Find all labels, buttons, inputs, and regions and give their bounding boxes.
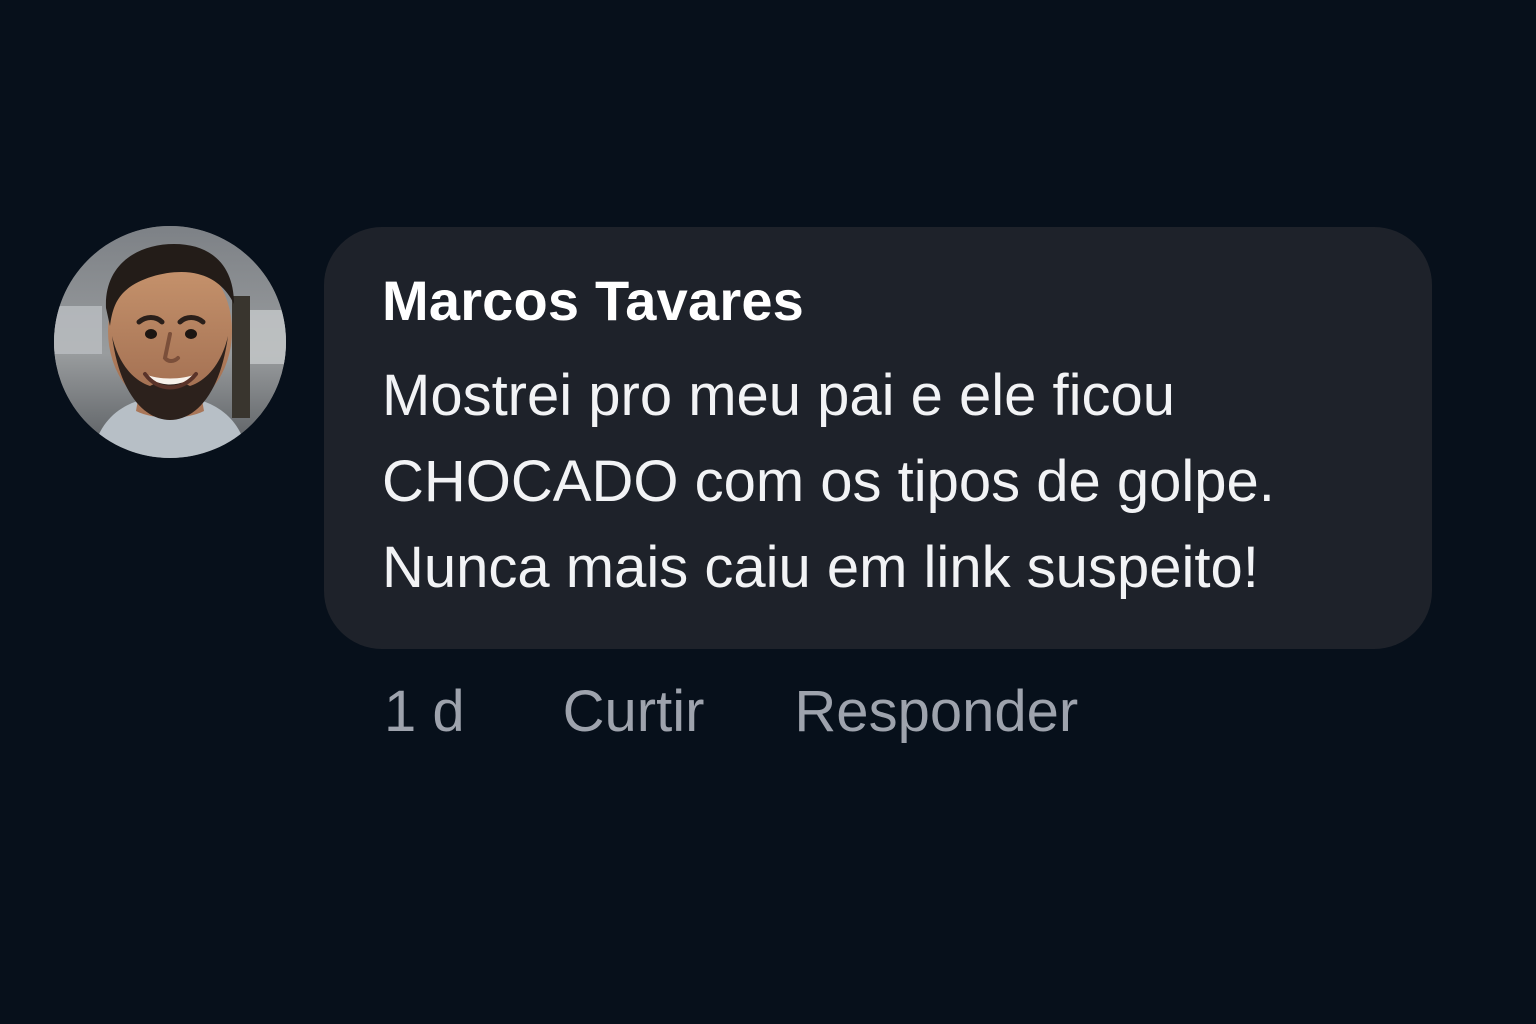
user-avatar-photo-icon	[54, 226, 286, 458]
like-button[interactable]: Curtir	[563, 680, 705, 744]
comment-bubble: Marcos Tavares Mostrei pro meu pai e ele…	[324, 227, 1432, 649]
comment-actions: 1 d Curtir Responder	[384, 680, 1078, 744]
author-name[interactable]: Marcos Tavares	[382, 269, 1392, 333]
timestamp[interactable]: 1 d	[384, 680, 465, 744]
comment-text-line: Mostrei pro meu pai e ele ficou	[382, 363, 1176, 428]
comment-text-line: Nunca mais caiu em link suspeito!	[382, 535, 1259, 600]
reply-button[interactable]: Responder	[794, 680, 1078, 744]
comment-text: Mostrei pro meu pai e ele ficou CHOCADO …	[382, 353, 1392, 611]
comment-item: Marcos Tavares Mostrei pro meu pai e ele…	[54, 226, 1454, 766]
avatar[interactable]	[54, 226, 286, 458]
comment-text-line: CHOCADO com os tipos de golpe.	[382, 449, 1275, 514]
